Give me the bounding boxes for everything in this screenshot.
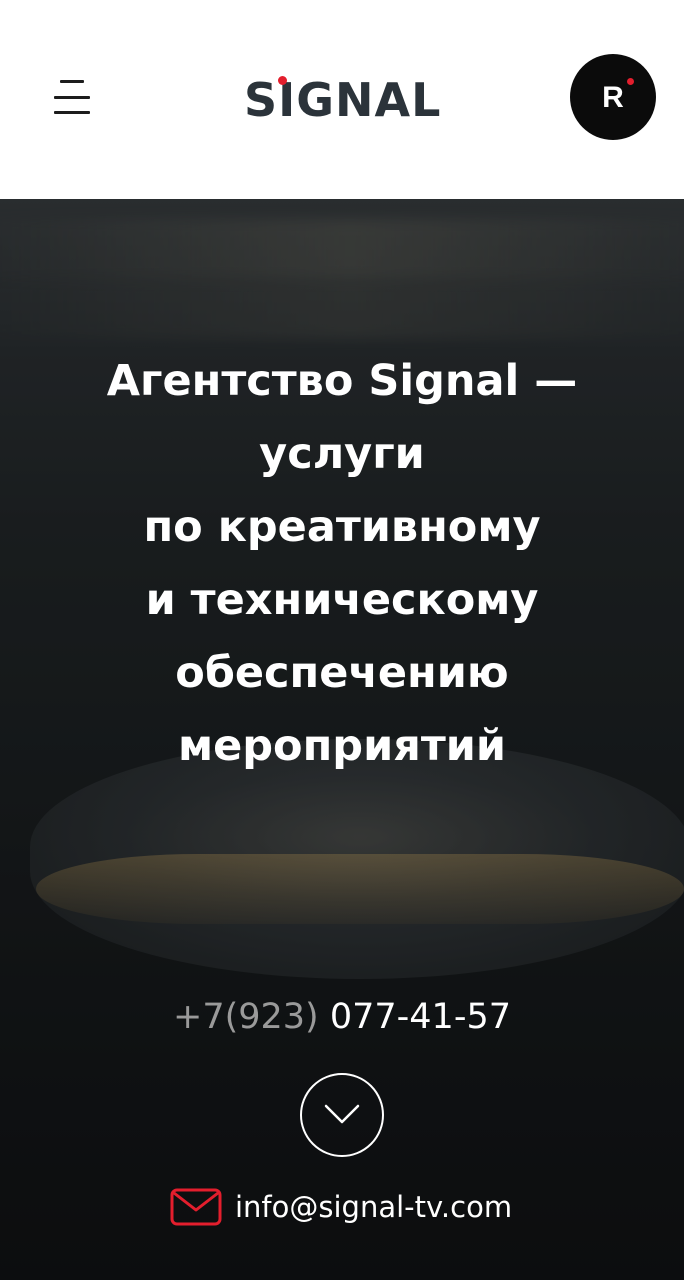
logo-text: SIGNAL	[244, 73, 442, 127]
site-header: SIGNAL R	[0, 0, 684, 199]
brand-badge-button[interactable]: R	[570, 54, 656, 140]
email-link[interactable]: info@signal-tv.com	[170, 1185, 530, 1229]
hamburger-line	[54, 96, 90, 99]
hamburger-line	[54, 111, 90, 114]
scroll-down-button[interactable]	[300, 1073, 384, 1157]
hero-headline: Агентство Signal — услуги по креативному…	[106, 356, 578, 771]
badge-letter: R	[602, 81, 624, 114]
badge-red-dot	[627, 78, 634, 85]
site-logo[interactable]: SIGNAL	[244, 70, 454, 130]
hamburger-icon	[60, 80, 84, 83]
phone-number: 077-41-57	[329, 997, 511, 1037]
phone-link[interactable]: +7(923) 077-41-57	[0, 993, 684, 1041]
logo-red-dot	[278, 76, 287, 85]
email-address: info@signal-tv.com	[235, 1190, 513, 1224]
phone-prefix: +7(923)	[173, 997, 319, 1037]
chevron-down-icon	[324, 1104, 360, 1124]
envelope-icon	[170, 1188, 222, 1226]
hamburger-menu-button[interactable]	[54, 80, 92, 116]
